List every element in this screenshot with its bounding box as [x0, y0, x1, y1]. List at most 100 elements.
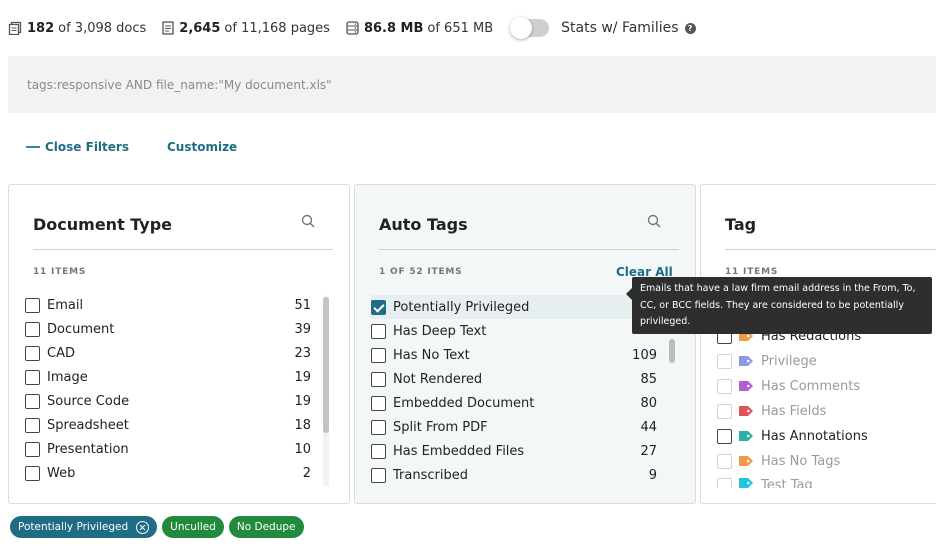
item-count-value: 18 — [294, 417, 311, 433]
tag-icon — [739, 356, 753, 366]
tag-icon — [739, 456, 753, 466]
families-toggle[interactable] — [510, 17, 550, 39]
tag-icon — [739, 478, 753, 488]
checkbox[interactable] — [371, 443, 386, 459]
customize-link[interactable]: Customize — [167, 140, 237, 154]
filter-pill-unculled[interactable]: Unculled — [162, 516, 224, 538]
checkbox[interactable] — [25, 369, 40, 385]
help-icon[interactable]: ? — [684, 22, 696, 34]
checkbox[interactable] — [717, 428, 732, 444]
checkbox[interactable] — [371, 371, 386, 387]
scrollbar-thumb[interactable] — [669, 339, 675, 363]
item-count-value: 85 — [640, 371, 657, 387]
checkbox — [717, 478, 732, 488]
list-item: Test Tag — [717, 474, 936, 488]
checkbox[interactable] — [371, 323, 386, 339]
item-label: Has No Tags — [761, 453, 841, 469]
item-label: Test Tag — [761, 478, 813, 488]
item-label: Document — [47, 321, 115, 337]
tag-icon — [739, 381, 753, 391]
list-item[interactable]: Has Embedded Files 27 — [371, 439, 657, 463]
close-filters-link[interactable]: Close Filters — [26, 140, 129, 154]
item-label: Transcribed — [393, 467, 468, 483]
item-count-value: 44 — [640, 419, 657, 435]
panel-title: Document Type — [33, 215, 173, 234]
panel-divider — [379, 249, 679, 250]
tag-panel: Tag 11 ITEMS Has Redactions Privilege Ha… — [700, 184, 936, 504]
remove-filter-icon[interactable] — [136, 520, 150, 534]
checkbox[interactable] — [371, 467, 386, 483]
pages-stat: 2,645 of 11,168 pages — [162, 21, 330, 36]
checkbox[interactable] — [25, 417, 40, 433]
checkbox[interactable] — [371, 395, 386, 411]
search-query-input[interactable] — [8, 56, 936, 113]
stats-bar: 182 of 3,098 docs 2,645 of 11,168 pages … — [8, 16, 696, 40]
item-count-value: 109 — [632, 347, 657, 363]
item-label: Potentially Privileged — [393, 299, 530, 315]
pages-stat-value: 2,645 — [179, 20, 221, 36]
list-item[interactable]: Embedded Document 80 — [371, 391, 657, 415]
list-item[interactable]: Presentation 10 — [25, 437, 311, 461]
filter-pill-potentially-privileged[interactable]: Potentially Privileged — [10, 516, 158, 538]
pages-stat-total: of 11,168 pages — [224, 20, 330, 36]
scrollbar-thumb[interactable] — [323, 297, 329, 433]
checkbox[interactable] — [25, 297, 40, 313]
list-item[interactable]: Spreadsheet 18 — [25, 413, 311, 437]
tag-icon — [739, 406, 753, 416]
item-count-value: 2 — [302, 465, 311, 481]
list-item[interactable]: Has Annotations — [717, 424, 936, 448]
item-count-value: 39 — [294, 321, 311, 337]
docs-stat: 182 of 3,098 docs — [8, 21, 146, 36]
list-item: Has No Tags — [717, 449, 936, 473]
list-item[interactable]: Document 39 — [25, 317, 311, 341]
checkbox[interactable] — [371, 419, 386, 435]
list-item[interactable]: Source Code 19 — [25, 389, 311, 413]
item-count: 11 ITEMS — [33, 267, 87, 277]
checkbox — [717, 403, 732, 419]
filter-pill-no-dedupe[interactable]: No Dedupe — [228, 516, 304, 538]
item-count: 1 OF 52 ITEMS — [379, 267, 463, 277]
pill-label: Potentially Privileged — [18, 521, 129, 533]
list-item[interactable]: Web 2 — [25, 461, 311, 485]
documents-icon — [8, 21, 22, 35]
list-item[interactable]: Has No Text 109 — [371, 343, 657, 367]
list-item[interactable]: Potentially Privileged — [371, 295, 657, 319]
panel-title: Auto Tags — [379, 215, 468, 234]
toggle-knob — [510, 17, 533, 39]
panel-title: Tag — [725, 215, 757, 234]
list-item[interactable]: Transcribed 9 — [371, 463, 657, 487]
list-item[interactable]: CAD 23 — [25, 341, 311, 365]
checkbox[interactable] — [25, 321, 40, 337]
item-label: Has No Text — [393, 347, 470, 363]
item-label: Has Annotations — [761, 428, 868, 444]
item-label: Embedded Document — [393, 395, 535, 411]
collapse-icon — [26, 146, 40, 148]
item-label: Has Comments — [761, 378, 861, 394]
search-icon[interactable] — [647, 214, 661, 228]
list-item: Has Comments — [717, 374, 936, 398]
pill-label: No Dedupe — [236, 521, 296, 533]
item-label: Spreadsheet — [47, 417, 129, 433]
item-label: Split From PDF — [393, 419, 488, 435]
checkbox[interactable] — [25, 465, 40, 481]
checkbox[interactable] — [25, 345, 40, 361]
item-label: Not Rendered — [393, 371, 483, 387]
item-count-value: 10 — [294, 441, 311, 457]
item-count: 11 ITEMS — [725, 267, 779, 277]
checkbox[interactable] — [371, 299, 386, 315]
checkbox[interactable] — [371, 347, 386, 363]
size-stat-total: of 651 MB — [427, 20, 494, 36]
checkbox[interactable] — [25, 441, 40, 457]
list-item[interactable]: Split From PDF 44 — [371, 415, 657, 439]
page-icon — [162, 21, 174, 35]
list-item[interactable]: Not Rendered 85 — [371, 367, 657, 391]
item-count-value: 80 — [640, 395, 657, 411]
checkbox[interactable] — [25, 393, 40, 409]
item-count-value: 19 — [294, 393, 311, 409]
item-label: Web — [47, 465, 76, 481]
list-item[interactable]: Email 51 — [25, 293, 311, 317]
search-icon[interactable] — [301, 214, 315, 228]
list-item[interactable]: Image 19 — [25, 365, 311, 389]
item-label: Source Code — [47, 393, 130, 409]
list-item[interactable]: Has Deep Text — [371, 319, 657, 343]
